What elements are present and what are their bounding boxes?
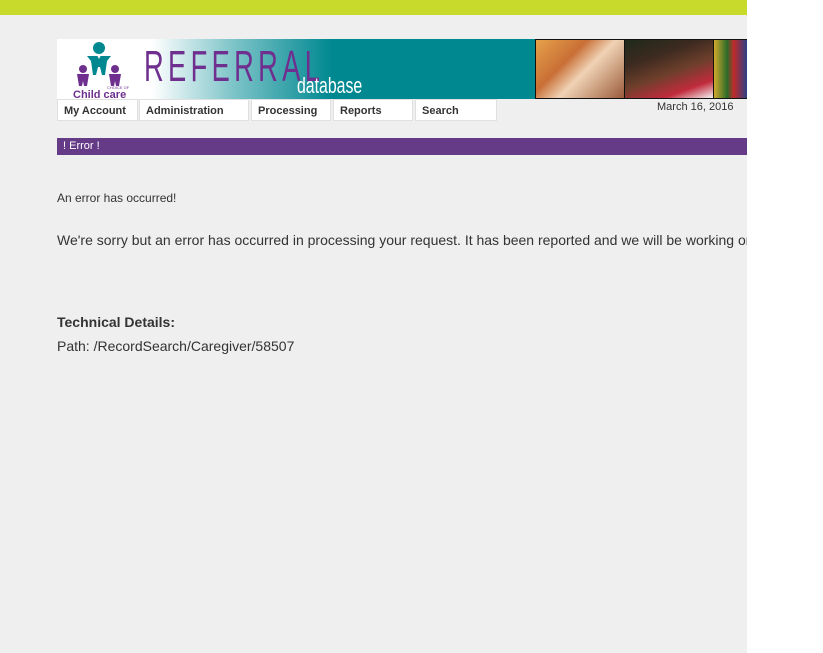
error-message: We're sorry but an error has occurred in… bbox=[57, 232, 747, 248]
nav-item-processing[interactable]: Processing bbox=[251, 99, 331, 121]
current-date: March 16, 2016 bbox=[657, 101, 734, 113]
page-viewport: Child care CHOICE OF REFERRAL database M… bbox=[0, 0, 747, 653]
logo-text: Child care bbox=[73, 89, 126, 99]
nav-item-reports[interactable]: Reports bbox=[333, 99, 413, 121]
photo-father-and-child bbox=[625, 40, 713, 98]
technical-details-path: Path: /RecordSearch/Caregiver/58507 bbox=[57, 338, 295, 354]
error-summary: An error has occurred! bbox=[57, 191, 177, 205]
photo-playground bbox=[714, 40, 747, 98]
error-title-bar: ! Error ! bbox=[57, 138, 747, 155]
brand-panel: REFERRAL database bbox=[142, 39, 535, 99]
logo-small-text: CHOICE OF bbox=[107, 85, 130, 90]
error-title: ! Error ! bbox=[63, 140, 100, 152]
logo[interactable]: Child care CHOICE OF bbox=[57, 39, 142, 99]
family-logo-icon: Child care CHOICE OF bbox=[73, 42, 130, 99]
photo-strip bbox=[535, 39, 747, 99]
photo-children-reading bbox=[536, 40, 624, 98]
nav-item-administration[interactable]: Administration bbox=[139, 99, 249, 121]
nav-item-search[interactable]: Search bbox=[415, 99, 497, 121]
technical-details-heading: Technical Details: bbox=[57, 314, 176, 330]
nav-item-my-account[interactable]: My Account bbox=[57, 99, 138, 121]
site-banner: Child care CHOICE OF REFERRAL database bbox=[57, 39, 747, 99]
brand-subtitle: database bbox=[297, 73, 363, 98]
top-accent-bar bbox=[0, 0, 747, 15]
